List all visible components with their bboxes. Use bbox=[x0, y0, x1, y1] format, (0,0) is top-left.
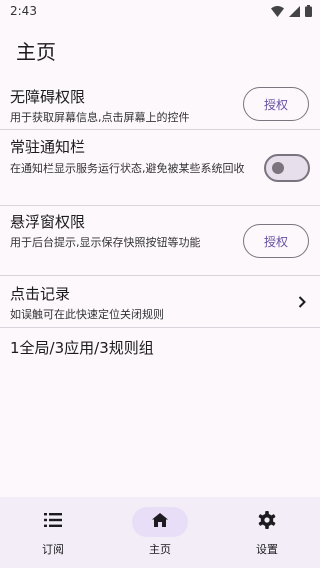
status-time: 2:43 bbox=[10, 4, 37, 18]
nav-label: 订阅 bbox=[42, 543, 64, 556]
row-title: 常驻通知栏 bbox=[10, 138, 86, 156]
list-icon bbox=[44, 513, 62, 527]
row-description: 用于后台提示,显示保存快照按钮等功能 bbox=[10, 236, 201, 249]
persistent-notification-toggle[interactable] bbox=[264, 154, 310, 182]
chevron-right-icon bbox=[298, 296, 306, 308]
persistent-notification-row[interactable]: 常驻通知栏 在通知栏显示服务运行状态,避免被某些系统回收 bbox=[0, 130, 320, 204]
accessibility-permission-row: 无障碍权限 用于获取屏幕信息,点击屏幕上的控件 授权 bbox=[0, 78, 320, 128]
page-title: 主页 bbox=[16, 40, 56, 64]
authorize-accessibility-button[interactable]: 授权 bbox=[243, 87, 309, 121]
wifi-icon bbox=[271, 5, 284, 17]
row-title: 无障碍权限 bbox=[10, 88, 86, 106]
row-description: 如误触可在此快速定位关闭规则 bbox=[10, 308, 164, 321]
divider bbox=[0, 327, 320, 328]
click-records-row[interactable]: 点击记录 如误触可在此快速定位关闭规则 bbox=[0, 276, 320, 326]
nav-item-home[interactable]: 主页 bbox=[107, 497, 213, 568]
nav-label: 设置 bbox=[256, 543, 278, 556]
rules-summary: 1全局/3应用/3规则组 bbox=[10, 339, 154, 357]
nav-label: 主页 bbox=[149, 543, 171, 556]
toggle-thumb bbox=[272, 162, 284, 174]
status-icons bbox=[271, 5, 312, 17]
row-description: 在通知栏显示服务运行状态,避免被某些系统回收 bbox=[10, 162, 245, 175]
nav-item-subscriptions[interactable]: 订阅 bbox=[0, 497, 106, 568]
row-description: 用于获取屏幕信息,点击屏幕上的控件 bbox=[10, 111, 190, 124]
signal-icon bbox=[289, 5, 300, 17]
nav-item-settings[interactable]: 设置 bbox=[214, 497, 320, 568]
authorize-floating-window-button[interactable]: 授权 bbox=[243, 224, 309, 258]
battery-icon bbox=[305, 5, 312, 17]
gear-icon bbox=[258, 511, 276, 529]
status-bar: 2:43 bbox=[0, 0, 320, 24]
row-title: 悬浮窗权限 bbox=[10, 213, 86, 231]
floating-window-permission-row: 悬浮窗权限 用于后台提示,显示保存快照按钮等功能 授权 bbox=[0, 206, 320, 274]
home-icon bbox=[152, 513, 168, 527]
row-title: 点击记录 bbox=[10, 285, 71, 303]
bottom-navigation: 订阅 主页 设置 bbox=[0, 497, 320, 568]
